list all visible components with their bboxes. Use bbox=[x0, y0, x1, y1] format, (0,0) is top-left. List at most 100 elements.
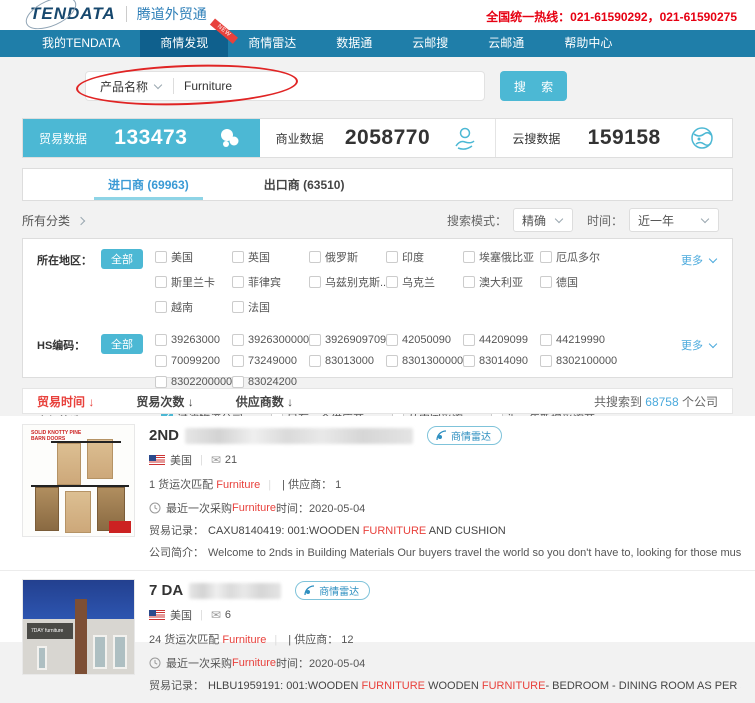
stat-trade-data[interactable]: 贸易数据 133473 bbox=[23, 119, 260, 157]
hs-option[interactable]: 83014090 bbox=[463, 355, 540, 367]
hs-option[interactable]: 8301300000 bbox=[386, 355, 463, 367]
checkbox-icon[interactable] bbox=[309, 276, 321, 288]
checkbox-icon[interactable] bbox=[155, 334, 167, 346]
nav-item-my-tendata[interactable]: 我的TENDATA bbox=[22, 30, 140, 57]
checkbox-icon[interactable] bbox=[309, 334, 321, 346]
checkbox-icon[interactable] bbox=[309, 355, 321, 367]
data-source-stats: 贸易数据 133473 商业数据 2058770 云搜数据 159158 bbox=[22, 118, 733, 158]
hs-option[interactable]: 3926300000 bbox=[232, 334, 309, 346]
hs-option[interactable]: 44209099 bbox=[463, 334, 540, 346]
checkbox-icon[interactable] bbox=[386, 334, 398, 346]
checkbox-icon[interactable] bbox=[155, 355, 167, 367]
result-thumbnail[interactable]: SOLID KNOTTY PINE BARN DOORS bbox=[22, 424, 135, 537]
nav-item-discover[interactable]: 商情发现 NEW bbox=[140, 30, 228, 57]
checkbox-icon[interactable] bbox=[232, 251, 244, 263]
checkbox-icon[interactable] bbox=[155, 251, 167, 263]
nav-item-cloud-mail-search[interactable]: 云邮搜 bbox=[392, 30, 468, 57]
logo[interactable]: TENDATA 腾道外贸通 bbox=[30, 4, 207, 24]
sort-by-trade-count[interactable]: 贸易次数 ↓ bbox=[136, 393, 193, 410]
region-option[interactable]: 英国 bbox=[232, 249, 309, 265]
stat-business-data[interactable]: 商业数据 2058770 bbox=[260, 119, 497, 157]
region-option[interactable]: 印度 bbox=[386, 249, 463, 265]
hs-option[interactable]: 83024200 bbox=[232, 376, 309, 388]
checkbox-icon[interactable] bbox=[540, 355, 552, 367]
checkbox-icon[interactable] bbox=[155, 376, 167, 388]
tab-importers[interactable]: 进口商 (69963) bbox=[108, 169, 189, 200]
region-option[interactable]: 美国 bbox=[155, 249, 232, 265]
region-option[interactable]: 法国 bbox=[232, 299, 309, 315]
divider: | bbox=[200, 454, 203, 466]
checkbox-icon[interactable] bbox=[540, 251, 552, 263]
radar-icon bbox=[304, 585, 315, 596]
time-select[interactable]: 近一年 bbox=[629, 208, 719, 232]
region-option[interactable]: 德国 bbox=[540, 274, 617, 290]
checkbox-icon[interactable] bbox=[309, 251, 321, 263]
nav-item-cloud-mail[interactable]: 云邮通 bbox=[468, 30, 544, 57]
region-option[interactable]: 斯里兰卡 bbox=[155, 274, 232, 290]
region-option[interactable]: 乌兹别克斯... bbox=[309, 274, 386, 290]
hs-option[interactable]: 8302200000 bbox=[155, 376, 232, 388]
region-option[interactable]: 厄瓜多尔 bbox=[540, 249, 617, 265]
search-mode-label: 搜索模式： bbox=[447, 212, 507, 229]
checkbox-icon[interactable] bbox=[463, 251, 475, 263]
result-thumbnail[interactable]: 7DAY furniture bbox=[22, 579, 135, 675]
search-mode-select[interactable]: 精确 bbox=[513, 208, 573, 232]
divider: | bbox=[274, 634, 277, 646]
checkbox-icon[interactable] bbox=[155, 276, 167, 288]
hs-option[interactable]: 73249000 bbox=[232, 355, 309, 367]
hs-all-button[interactable]: 全部 bbox=[101, 334, 143, 354]
sort-by-trade-time[interactable]: 贸易时间 ↓ bbox=[37, 393, 94, 410]
tab-count: (69963) bbox=[147, 178, 188, 192]
recent-prefix: 最近一次采购 bbox=[166, 655, 232, 671]
checkbox-icon[interactable] bbox=[386, 355, 398, 367]
record-text: AND CUSHION bbox=[426, 525, 505, 537]
hs-option[interactable]: 8302100000 bbox=[540, 355, 617, 367]
region-option[interactable]: 越南 bbox=[155, 299, 232, 315]
sort-by-supplier-count[interactable]: 供应商数 ↓ bbox=[236, 393, 293, 410]
checkbox-icon[interactable] bbox=[386, 251, 398, 263]
nav-item-radar[interactable]: 商情雷达 bbox=[228, 30, 316, 57]
checkbox-icon[interactable] bbox=[386, 276, 398, 288]
hs-option[interactable]: 39263000 bbox=[155, 334, 232, 346]
region-option[interactable]: 埃塞俄比亚 bbox=[463, 249, 540, 265]
hs-option[interactable]: 83013000 bbox=[309, 355, 386, 367]
nav-item-datatong[interactable]: 数据通 bbox=[316, 30, 392, 57]
checkbox-icon[interactable] bbox=[232, 355, 244, 367]
radar-button[interactable]: 商情雷达 bbox=[427, 426, 502, 445]
stat-cloud-search-data[interactable]: 云搜数据 159158 bbox=[496, 119, 732, 157]
region-option[interactable]: 菲律宾 bbox=[232, 274, 309, 290]
region-option[interactable]: 澳大利亚 bbox=[463, 274, 540, 290]
search-category-select[interactable]: 产品名称 bbox=[86, 78, 173, 95]
recent-prefix: 最近一次采购 bbox=[166, 500, 232, 516]
checkbox-icon[interactable] bbox=[232, 334, 244, 346]
company-title[interactable]: 2ND bbox=[149, 427, 179, 444]
region-more-link[interactable]: 更多 bbox=[681, 249, 718, 268]
redacted-company-name bbox=[185, 428, 413, 444]
search-button[interactable]: 搜 索 bbox=[500, 71, 567, 101]
company-title[interactable]: 7 DA bbox=[149, 582, 183, 599]
checkbox-icon[interactable] bbox=[232, 276, 244, 288]
nav-item-help-center[interactable]: 帮助中心 bbox=[544, 30, 632, 57]
tab-exporters[interactable]: 出口商 (63510) bbox=[264, 169, 345, 200]
checkbox-icon[interactable] bbox=[232, 301, 244, 313]
all-categories-link[interactable]: 所有分类 bbox=[22, 212, 84, 229]
radar-button[interactable]: 商情雷达 bbox=[295, 581, 370, 600]
checkbox-icon[interactable] bbox=[463, 276, 475, 288]
checkbox-icon[interactable] bbox=[232, 376, 244, 388]
hs-option[interactable]: 44219990 bbox=[540, 334, 617, 346]
search-input[interactable] bbox=[174, 79, 484, 93]
rail-shape bbox=[31, 485, 129, 487]
checkbox-icon[interactable] bbox=[540, 334, 552, 346]
checkbox-icon[interactable] bbox=[463, 355, 475, 367]
hs-option[interactable]: 70099200 bbox=[155, 355, 232, 367]
hs-more-link[interactable]: 更多 bbox=[681, 334, 718, 353]
checkbox-icon[interactable] bbox=[155, 301, 167, 313]
checkbox-icon[interactable] bbox=[463, 334, 475, 346]
hs-option[interactable]: 42050090 bbox=[386, 334, 463, 346]
checkbox-icon[interactable] bbox=[540, 276, 552, 288]
region-option[interactable]: 俄罗斯 bbox=[309, 249, 386, 265]
hs-option[interactable]: 3926909709 bbox=[309, 334, 386, 346]
region-option[interactable]: 乌克兰 bbox=[386, 274, 463, 290]
region-all-button[interactable]: 全部 bbox=[101, 249, 143, 269]
door-shape bbox=[35, 487, 59, 531]
